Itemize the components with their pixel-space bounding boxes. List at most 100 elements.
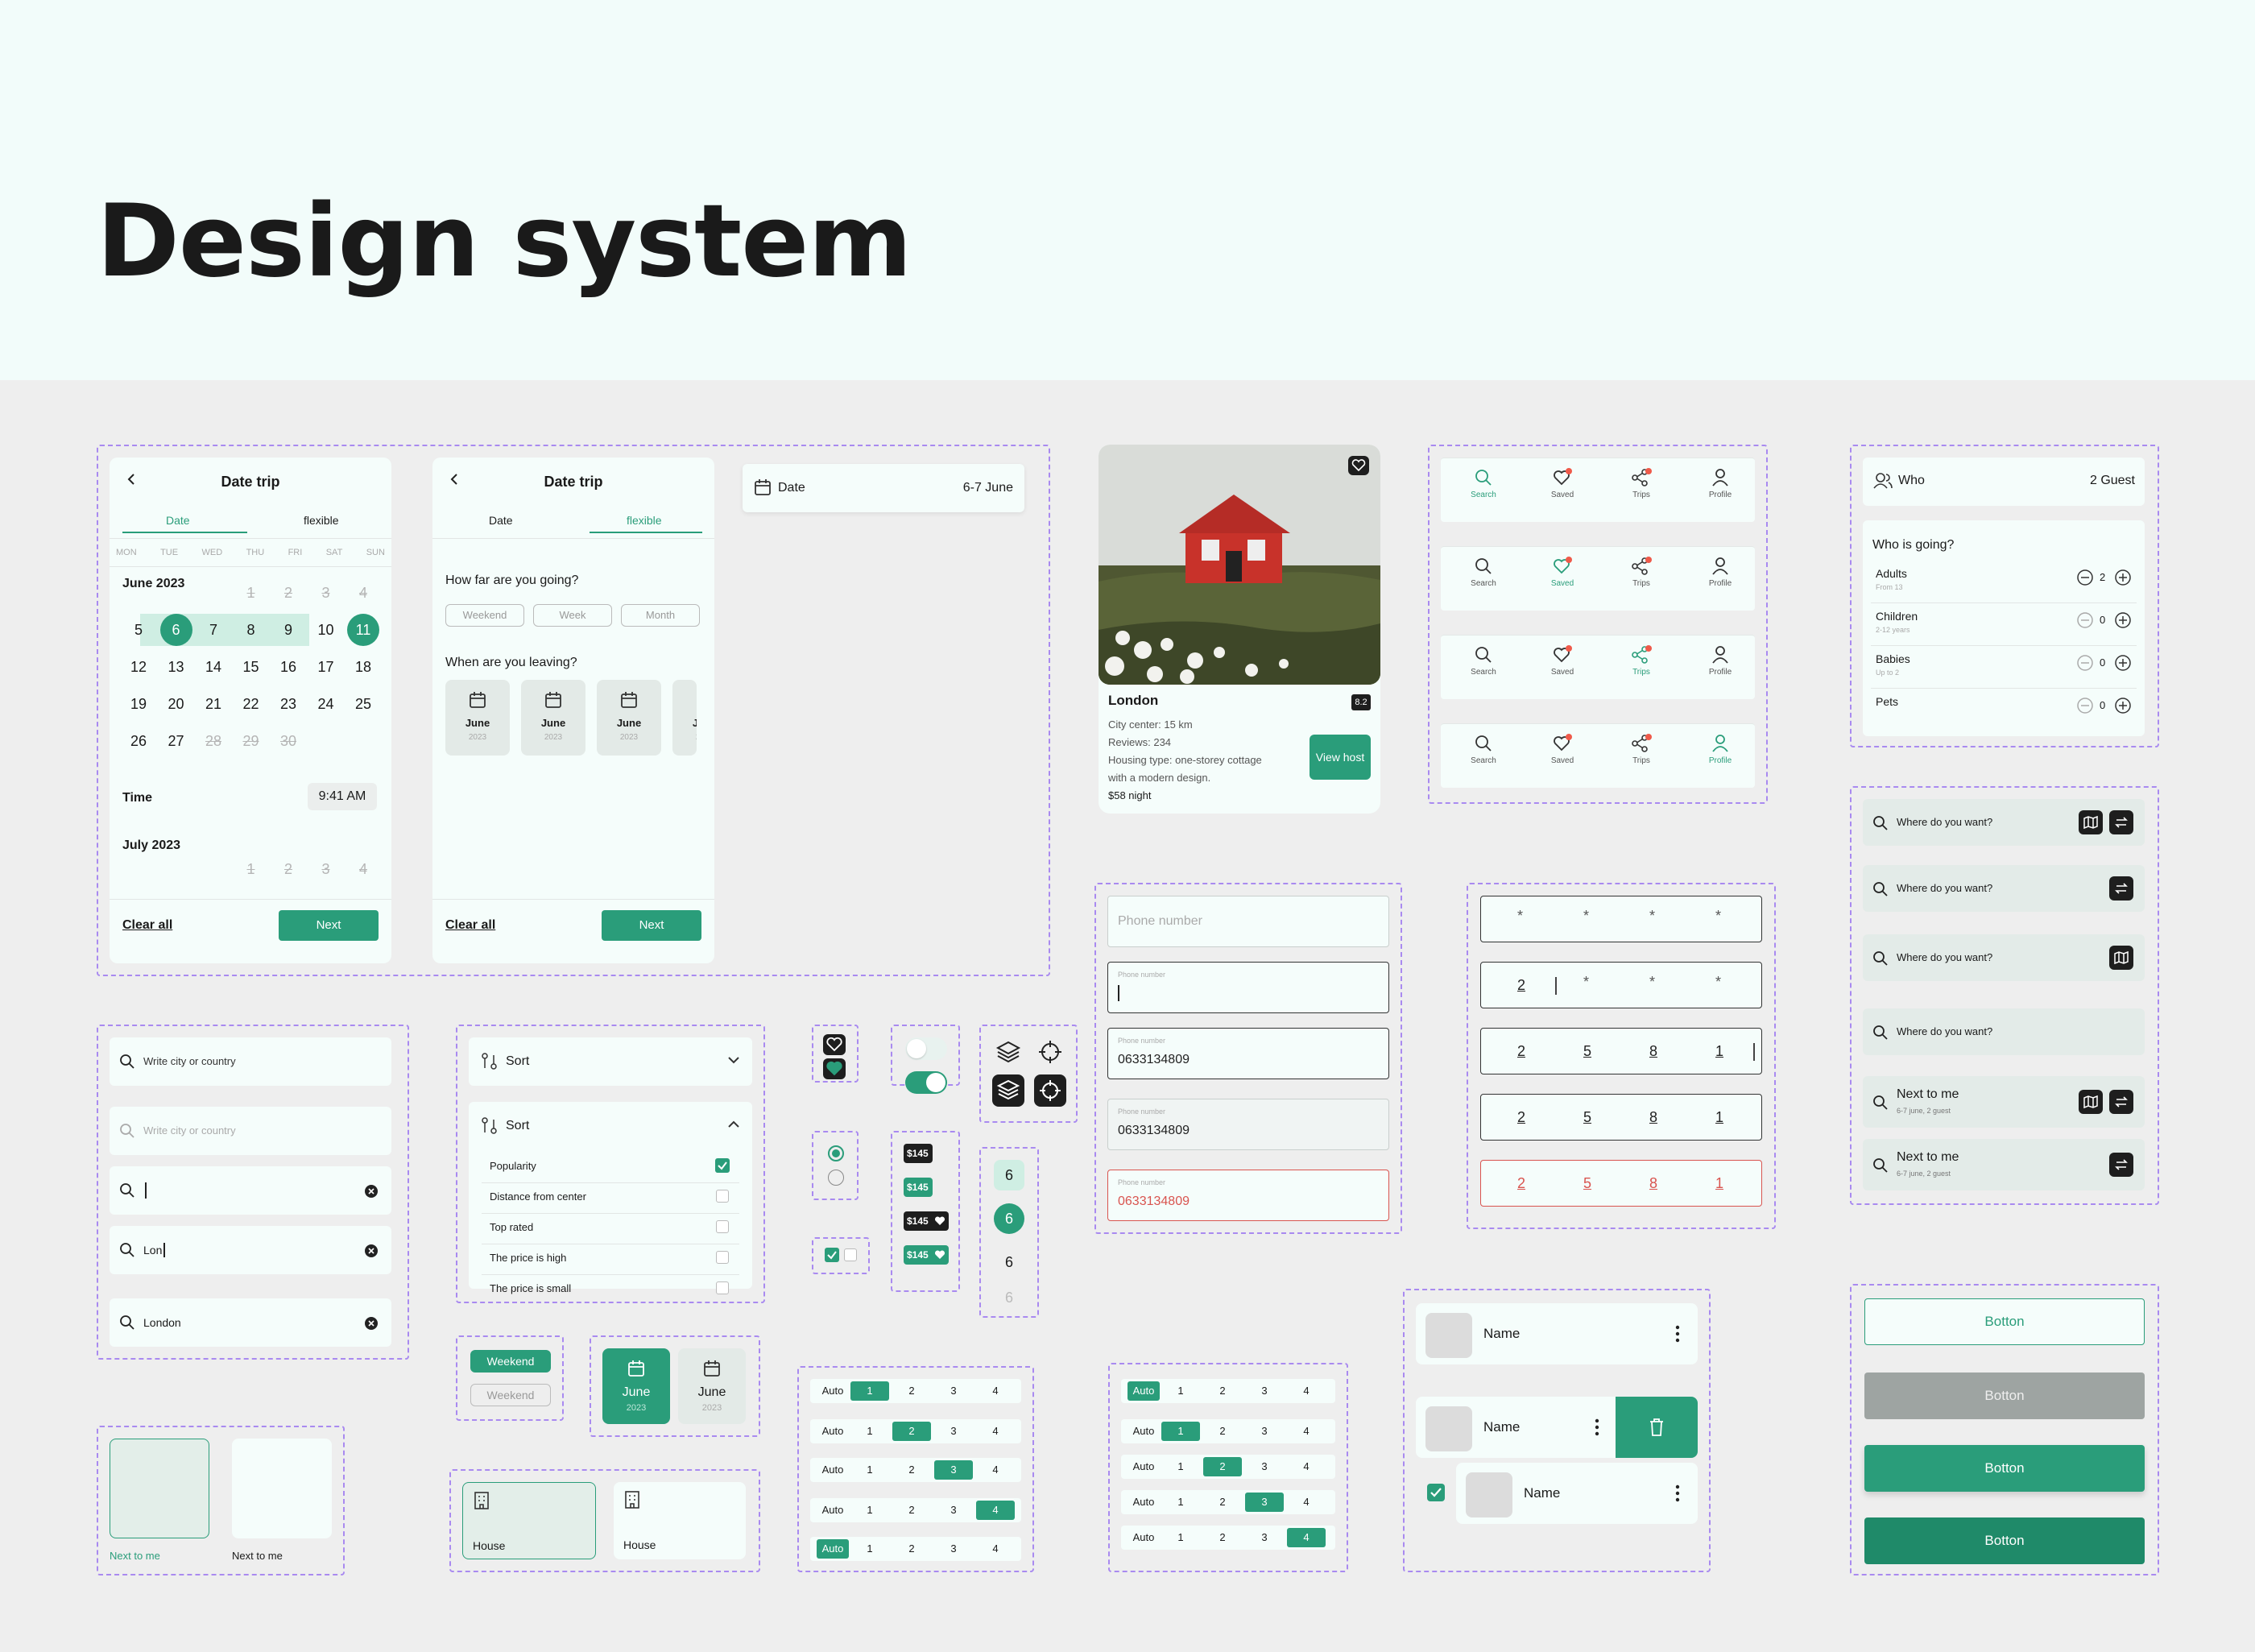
segment[interactable]: Auto bbox=[1128, 1493, 1160, 1512]
heart-icon[interactable] bbox=[1348, 456, 1369, 475]
segment[interactable]: 2 bbox=[892, 1501, 931, 1520]
name-row[interactable]: Name bbox=[1416, 1303, 1698, 1364]
month-card[interactable]: June 2023 bbox=[445, 680, 510, 756]
where-field[interactable]: Where do you want? bbox=[1863, 934, 2145, 981]
segment[interactable]: 2 bbox=[1203, 1493, 1242, 1512]
calendar-day[interactable]: 10 bbox=[310, 614, 342, 646]
checkbox-checked[interactable] bbox=[715, 1158, 730, 1173]
segment[interactable]: 4 bbox=[1287, 1528, 1326, 1547]
listing-card[interactable]: London 8.2 City center: 15 km Reviews: 2… bbox=[1099, 445, 1380, 814]
calendar-day[interactable]: 29 bbox=[235, 725, 267, 757]
next-to-me-tile[interactable] bbox=[232, 1439, 332, 1538]
segment[interactable]: 4 bbox=[976, 1501, 1015, 1520]
heart-icon[interactable] bbox=[823, 1034, 846, 1055]
calendar-day[interactable]: 17 bbox=[310, 651, 342, 683]
segment[interactable]: 2 bbox=[1203, 1381, 1242, 1401]
layers-dark-icon[interactable] bbox=[992, 1074, 1024, 1107]
calendar-day[interactable]: 7 bbox=[197, 614, 230, 646]
tab-item[interactable]: Search bbox=[1463, 645, 1504, 677]
duration-chip[interactable]: Week bbox=[533, 604, 612, 627]
segmented-control[interactable]: Auto 1 2 3 4 bbox=[1121, 1526, 1335, 1550]
swap-icon[interactable] bbox=[2109, 1153, 2133, 1177]
segment[interactable]: 3 bbox=[1245, 1422, 1284, 1441]
segment[interactable]: 1 bbox=[1161, 1528, 1200, 1547]
segment[interactable]: 4 bbox=[976, 1381, 1015, 1401]
segment[interactable]: 2 bbox=[892, 1539, 931, 1559]
segment[interactable]: 1 bbox=[1161, 1457, 1200, 1476]
checkbox-unchecked[interactable] bbox=[716, 1281, 729, 1294]
segment[interactable]: 1 bbox=[1161, 1422, 1200, 1441]
calendar-day[interactable]: 2 bbox=[272, 577, 304, 609]
search-input[interactable] bbox=[110, 1166, 391, 1215]
segmented-control[interactable]: Auto 1 2 3 4 bbox=[810, 1379, 1021, 1403]
sort-collapsed[interactable]: Sort bbox=[469, 1037, 752, 1086]
duration-chip[interactable]: Weekend bbox=[445, 604, 524, 627]
segmented-control[interactable]: Auto 1 2 3 4 bbox=[1121, 1379, 1335, 1403]
calendar-day[interactable]: 26 bbox=[122, 725, 155, 757]
calendar-day[interactable]: 4 bbox=[347, 859, 379, 880]
next-to-me-tile-selected[interactable] bbox=[110, 1439, 209, 1538]
delete-action[interactable] bbox=[1616, 1397, 1698, 1458]
name-row-selectable[interactable]: Name bbox=[1456, 1463, 1698, 1524]
heart-filled-icon[interactable] bbox=[823, 1058, 846, 1079]
segment[interactable]: 4 bbox=[976, 1422, 1015, 1441]
swap-icon[interactable] bbox=[2109, 1090, 2133, 1114]
calendar-day[interactable]: 28 bbox=[197, 725, 230, 757]
tab-item[interactable]: Saved bbox=[1542, 645, 1583, 677]
search-input[interactable]: Write city or country bbox=[110, 1107, 391, 1155]
more-vertical-icon[interactable] bbox=[1675, 1484, 1680, 1503]
step-number-default[interactable]: 6 bbox=[994, 1247, 1024, 1277]
calendar-day[interactable]: 12 bbox=[122, 651, 155, 683]
clear-icon[interactable] bbox=[364, 1316, 379, 1331]
map-icon[interactable] bbox=[2079, 810, 2103, 834]
button-outline[interactable]: Botton bbox=[1864, 1298, 2145, 1345]
segment[interactable]: 2 bbox=[892, 1422, 931, 1441]
segment[interactable]: 4 bbox=[1287, 1457, 1326, 1476]
calendar-day[interactable]: 27 bbox=[160, 725, 192, 757]
clear-all-link[interactable]: Clear all bbox=[445, 918, 495, 933]
segment[interactable]: 4 bbox=[976, 1460, 1015, 1480]
segment[interactable]: 2 bbox=[1203, 1457, 1242, 1476]
segmented-control[interactable]: Auto 1 2 3 4 bbox=[810, 1458, 1021, 1482]
segment[interactable]: 1 bbox=[850, 1539, 889, 1559]
segment[interactable]: Auto bbox=[1128, 1422, 1160, 1441]
calendar-day[interactable]: 13 bbox=[160, 651, 192, 683]
segment[interactable]: 3 bbox=[1245, 1493, 1284, 1512]
chip-weekend-active[interactable]: Weekend bbox=[470, 1350, 551, 1373]
house-card-selected[interactable]: House bbox=[462, 1482, 596, 1559]
calendar-day[interactable]: 1 bbox=[235, 577, 267, 609]
segment[interactable]: 1 bbox=[1161, 1493, 1200, 1512]
plus-circle-icon[interactable] bbox=[2114, 697, 2132, 714]
clear-icon[interactable] bbox=[364, 1184, 379, 1199]
pin-input[interactable]: 2 5 8 1 bbox=[1480, 1160, 1762, 1207]
segment[interactable]: 1 bbox=[850, 1501, 889, 1520]
tab-item[interactable]: Search bbox=[1463, 468, 1504, 499]
tab-item[interactable]: Profile bbox=[1700, 645, 1740, 677]
price-tag[interactable]: $145 bbox=[904, 1178, 933, 1197]
phone-input[interactable]: Phone number bbox=[1107, 896, 1389, 947]
phone-input[interactable]: Phone number 0633134809 bbox=[1107, 1099, 1389, 1150]
next-to-me-field[interactable]: Next to me 6-7 june, 2 guest bbox=[1863, 1076, 2145, 1128]
locate-dark-icon[interactable] bbox=[1034, 1074, 1066, 1107]
radio-selected[interactable] bbox=[828, 1145, 844, 1161]
segmented-control[interactable]: Auto 1 2 3 4 bbox=[810, 1537, 1021, 1561]
search-input[interactable]: Lon bbox=[110, 1226, 391, 1274]
phone-input[interactable]: Phone number bbox=[1107, 962, 1389, 1013]
calendar-day[interactable]: 3 bbox=[310, 859, 342, 880]
calendar-day[interactable]: 22 bbox=[235, 688, 267, 720]
calendar-day[interactable]: 8 bbox=[235, 614, 267, 646]
tab-date[interactable]: Date bbox=[489, 514, 513, 527]
next-to-me-field[interactable]: Next to me 6-7 june, 2 guest bbox=[1863, 1139, 2145, 1190]
segment[interactable]: 4 bbox=[976, 1539, 1015, 1559]
tab-item[interactable]: Trips bbox=[1621, 734, 1661, 765]
calendar-day[interactable]: 5 bbox=[122, 614, 155, 646]
plus-circle-icon[interactable] bbox=[2114, 569, 2132, 586]
segmented-control[interactable]: Auto 1 2 3 4 bbox=[1121, 1490, 1335, 1514]
segment[interactable]: Auto bbox=[1128, 1381, 1160, 1401]
toggle-on[interactable] bbox=[905, 1071, 947, 1094]
tab-item[interactable]: Search bbox=[1463, 734, 1504, 765]
swap-icon[interactable] bbox=[2109, 810, 2133, 834]
step-number-light[interactable]: 6 bbox=[994, 1160, 1024, 1190]
segment[interactable]: 2 bbox=[1203, 1528, 1242, 1547]
button-primary-hover[interactable]: Botton bbox=[1864, 1445, 2145, 1492]
